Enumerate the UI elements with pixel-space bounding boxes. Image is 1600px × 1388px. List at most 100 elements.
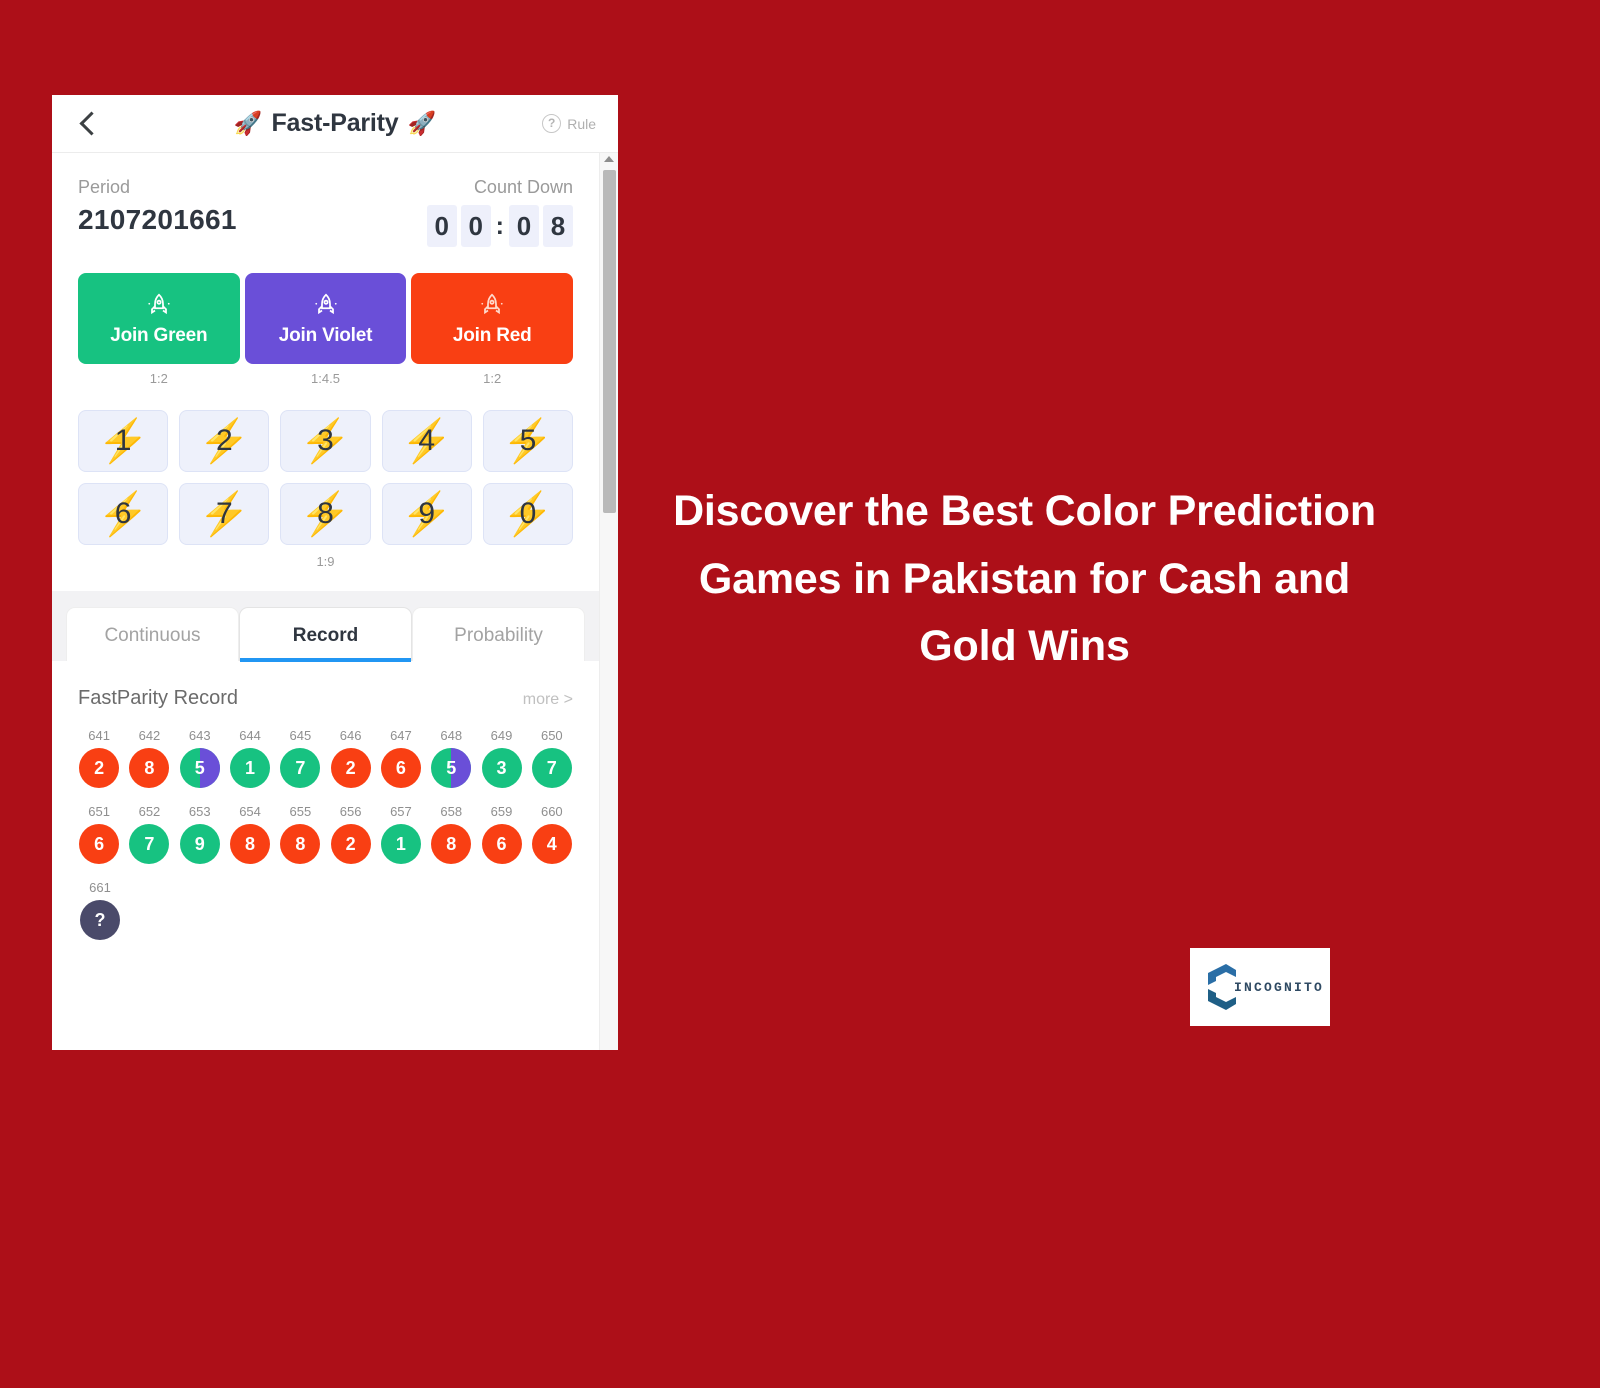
record-period-label: 656 xyxy=(339,804,362,819)
number-button-label: 4 xyxy=(418,424,436,457)
join-violet-column: Join Violet 1:4.5 xyxy=(244,273,407,386)
record-item: 657 1 xyxy=(380,804,422,864)
record-item: 642 8 xyxy=(128,728,170,788)
record-item: 652 7 xyxy=(128,804,170,864)
join-violet-label: Join Violet xyxy=(278,324,373,346)
rocket-icon-left: 🚀 xyxy=(233,110,263,136)
record-period-label: 653 xyxy=(188,804,211,819)
number-button-label: 6 xyxy=(114,497,132,530)
record-ball[interactable]: 7 xyxy=(280,748,321,788)
record-period-label: 646 xyxy=(339,728,362,743)
record-ball[interactable]: 4 xyxy=(531,824,572,864)
record-item: 641 2 xyxy=(78,728,120,788)
record-ball[interactable]: 6 xyxy=(79,824,120,864)
number-button-1[interactable]: ⚡ 1 xyxy=(78,410,169,472)
join-green-button[interactable]: Join Green xyxy=(78,273,240,364)
number-button-0[interactable]: ⚡ 0 xyxy=(482,483,574,545)
scroll-content: Period 2107201661 Count Down 0 0 : 0 8 J… xyxy=(52,153,599,1050)
record-period-label: 642 xyxy=(138,728,161,743)
record-row-1: 641 2 642 8 643 5 644 1 645 7 646 2 647 6 648 5 … xyxy=(78,728,573,788)
tab-probability[interactable]: Probability xyxy=(412,607,585,661)
results-tabs: Continuous Record Probability xyxy=(52,607,599,662)
record-ball[interactable]: 2 xyxy=(330,824,371,864)
countdown-label: Count Down xyxy=(473,177,573,197)
record-item: 644 1 xyxy=(229,728,271,788)
join-buttons-row: Join Green 1:2 Join Violet 1:4.5 Join Re… xyxy=(78,273,574,386)
countdown-digit-1: 0 xyxy=(426,205,457,247)
record-period-label: 661 xyxy=(89,880,111,895)
section-divider xyxy=(52,591,599,607)
record-ball[interactable]: 8 xyxy=(431,824,472,864)
vertical-scrollbar[interactable] xyxy=(599,153,618,1050)
record-ball[interactable]: 1 xyxy=(380,824,421,864)
fast-parity-app-panel: 🚀 Fast-Parity 🚀 ? Rule Period 2107201661 xyxy=(52,95,618,1050)
number-button-label: 7 xyxy=(215,497,233,530)
number-button-7[interactable]: ⚡ 7 xyxy=(179,483,270,545)
number-row-2: ⚡ 6 ⚡ 7 ⚡ 8 ⚡ 9 ⚡ 0 xyxy=(78,483,574,545)
scrollbar-thumb[interactable] xyxy=(603,170,616,513)
record-item: 643 5 xyxy=(179,728,221,788)
record-item: 650 7 xyxy=(531,728,573,788)
record-period-label: 641 xyxy=(88,728,110,743)
number-button-5[interactable]: ⚡ 5 xyxy=(482,410,574,472)
record-ball[interactable]: 7 xyxy=(129,824,170,864)
record-ball[interactable]: 9 xyxy=(179,824,220,864)
record-more-link[interactable]: more > xyxy=(523,691,573,709)
record-ball[interactable]: 3 xyxy=(481,748,522,788)
join-green-label: Join Green xyxy=(110,324,208,346)
record-ball[interactable]: 7 xyxy=(531,748,572,788)
record-item: 661? xyxy=(78,880,122,940)
record-ball-rows: 641 2 642 8 643 5 644 1 645 7 646 2 647 6 648 5 … xyxy=(78,728,573,940)
betting-card: Period 2107201661 Count Down 0 0 : 0 8 J… xyxy=(52,153,599,591)
record-period-label: 644 xyxy=(239,728,261,743)
record-period-label: 652 xyxy=(138,804,161,819)
record-item: 651 6 xyxy=(78,804,120,864)
record-ball[interactable]: 5 xyxy=(179,748,220,788)
record-period-label: 648 xyxy=(440,728,463,743)
record-title: FastParity Record xyxy=(78,687,239,709)
record-item: 646 2 xyxy=(329,728,371,788)
join-green-column: Join Green 1:2 xyxy=(78,273,240,386)
record-item: 655 8 xyxy=(279,804,321,864)
join-red-button[interactable]: Join Red xyxy=(411,273,574,364)
record-item: 647 6 xyxy=(380,728,422,788)
number-button-8[interactable]: ⚡ 8 xyxy=(280,483,371,545)
record-ball[interactable]: 5 xyxy=(431,748,472,788)
number-button-9[interactable]: ⚡ 9 xyxy=(381,483,472,545)
record-item: 656 2 xyxy=(329,804,371,864)
record-ball[interactable]: 8 xyxy=(280,824,321,864)
chevron-left-icon[interactable] xyxy=(76,111,102,137)
record-ball[interactable]: 8 xyxy=(230,824,271,864)
incognito-logo: INCOGNITO xyxy=(1190,948,1330,1026)
record-ball[interactable]: 8 xyxy=(129,748,170,788)
rule-button[interactable]: ? Rule xyxy=(542,114,596,133)
record-item: 645 7 xyxy=(279,728,321,788)
page-title-text: Fast-Parity xyxy=(271,109,399,137)
record-ball[interactable]: 2 xyxy=(330,748,371,788)
number-button-3[interactable]: ⚡ 3 xyxy=(280,410,371,472)
record-ball[interactable]: 6 xyxy=(380,748,421,788)
record-period-label: 654 xyxy=(239,804,261,819)
tab-continuous[interactable]: Continuous xyxy=(66,607,239,661)
period-countdown-row: Period 2107201661 Count Down 0 0 : 0 8 xyxy=(78,177,573,247)
number-row-1: ⚡ 1 ⚡ 2 ⚡ 3 ⚡ 4 ⚡ 5 xyxy=(78,410,574,472)
record-period-label: 650 xyxy=(540,728,563,743)
record-period-label: 658 xyxy=(440,804,463,819)
tab-record[interactable]: Record xyxy=(239,607,412,662)
join-violet-button[interactable]: Join Violet xyxy=(244,273,407,364)
number-button-6[interactable]: ⚡ 6 xyxy=(78,483,169,545)
record-period-label: 659 xyxy=(490,804,513,819)
number-button-4[interactable]: ⚡ 4 xyxy=(381,410,472,472)
triangle-up-icon[interactable] xyxy=(604,156,614,162)
countdown-digit-3: 0 xyxy=(509,205,539,247)
number-button-2[interactable]: ⚡ 2 xyxy=(179,410,270,472)
record-ball[interactable]: 2 xyxy=(79,748,120,788)
record-item: 649 3 xyxy=(480,728,522,788)
record-row-2: 651 6 652 7 653 9 654 8 655 8 656 2 657 1 658 8 … xyxy=(78,804,573,864)
record-ball-pending[interactable]: ? xyxy=(80,900,120,940)
record-ball[interactable]: 1 xyxy=(230,748,271,788)
record-row-3: 661? xyxy=(78,880,573,940)
number-button-label: 5 xyxy=(519,424,537,457)
record-ball[interactable]: 6 xyxy=(481,824,522,864)
record-item: 660 4 xyxy=(531,804,573,864)
